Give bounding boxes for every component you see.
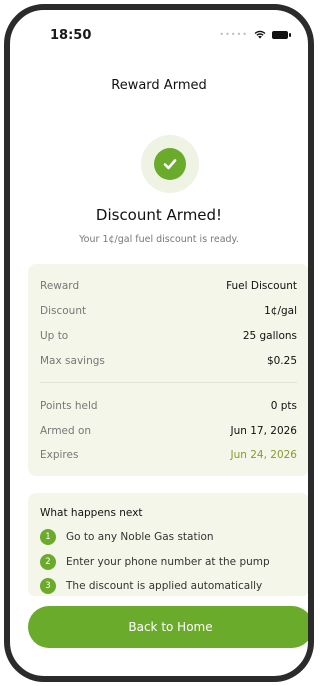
- detail-row-reward: Reward Fuel Discount: [40, 280, 297, 292]
- detail-row-max-savings: Max savings $0.25: [40, 355, 297, 367]
- page-title: Reward Armed: [111, 78, 207, 93]
- detail-label: Max savings: [40, 355, 105, 367]
- step-item: 2 Enter your phone number at the pump: [40, 554, 270, 570]
- step-text: The discount is applied automatically: [66, 580, 263, 592]
- step-item: 1 Go to any Noble Gas station: [40, 529, 214, 545]
- back-to-home-button[interactable]: Back to Home: [28, 606, 308, 648]
- wifi-icon: [254, 30, 266, 39]
- detail-value: 0 pts: [270, 400, 297, 412]
- detail-value: 25 gallons: [242, 330, 297, 342]
- headline: Discount Armed!: [95, 206, 223, 224]
- detail-label: Up to: [40, 330, 69, 342]
- step-number: 1: [40, 529, 56, 545]
- status-bar: 18:50 •••••: [10, 10, 308, 50]
- detail-row-discount: Discount 1¢/gal: [40, 305, 297, 317]
- step-text: Go to any Noble Gas station: [66, 531, 214, 543]
- detail-value-expires: Jun 24, 2026: [230, 449, 297, 461]
- subtitle: Your 1¢/gal fuel discount is ready.: [79, 234, 239, 245]
- success-badge: [141, 135, 199, 193]
- status-icons: •••••: [219, 30, 291, 39]
- detail-label: Reward: [40, 280, 80, 292]
- step-number: 2: [40, 554, 56, 570]
- next-steps-card: What happens next 1 Go to any Noble Gas …: [28, 493, 308, 597]
- detail-value: 1¢/gal: [264, 305, 297, 317]
- detail-value: Fuel Discount: [226, 280, 297, 292]
- signal-icon: •••••: [219, 30, 248, 39]
- step-text: Enter your phone number at the pump: [66, 556, 270, 568]
- check-icon: [154, 148, 186, 180]
- detail-row-armed-on: Armed on Jun 17, 2026: [40, 425, 297, 437]
- detail-value: Jun 17, 2026: [230, 425, 297, 437]
- device-frame: 18:50 ••••• Reward Armed Discount Armed!…: [0, 0, 318, 686]
- next-steps-title: What happens next: [40, 507, 143, 519]
- step-number: 3: [40, 578, 56, 594]
- phone-screen: 18:50 ••••• Reward Armed Discount Armed!…: [4, 4, 314, 682]
- detail-label: Points held: [40, 400, 98, 412]
- step-item: 3 The discount is applied automatically: [40, 578, 262, 594]
- battery-icon: [272, 30, 291, 39]
- detail-row-points-held: Points held 0 pts: [40, 400, 297, 412]
- divider: [40, 382, 297, 383]
- detail-label: Discount: [40, 305, 87, 317]
- detail-row-up-to: Up to 25 gallons: [40, 330, 297, 342]
- detail-label: Armed on: [40, 425, 92, 437]
- detail-value: $0.25: [266, 355, 297, 367]
- detail-row-expires: Expires Jun 24, 2026: [40, 449, 297, 461]
- detail-label: Expires: [40, 449, 79, 461]
- status-time: 18:50: [50, 28, 92, 43]
- reward-details-card: Reward Fuel Discount Discount 1¢/gal Up …: [28, 264, 308, 476]
